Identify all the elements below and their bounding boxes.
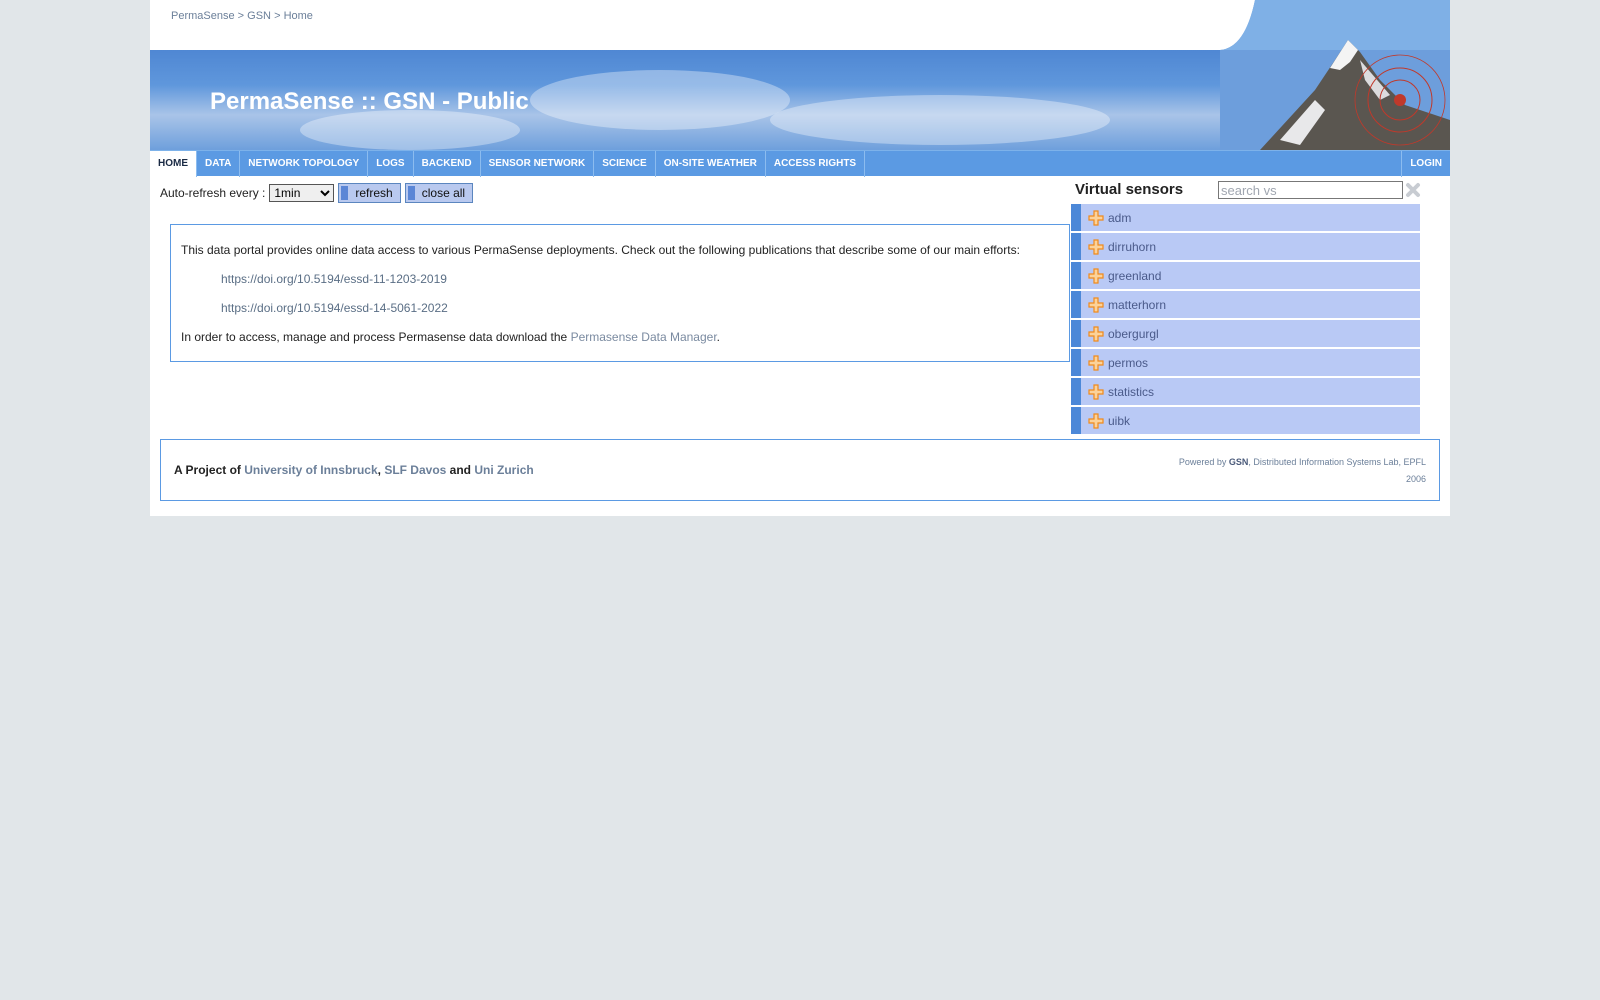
access-text: In order to access, manage and process P… bbox=[181, 330, 1059, 344]
comma: , bbox=[377, 463, 381, 477]
cloud-decoration bbox=[300, 110, 520, 150]
expand-plus-icon[interactable] bbox=[1088, 209, 1104, 226]
link-university-of-innsbruck[interactable]: University of Innsbruck bbox=[244, 463, 377, 477]
vs-item-label: obergurgl bbox=[1108, 326, 1159, 341]
breadcrumb-separator: > bbox=[237, 10, 245, 22]
breadcrumb: PermaSense > GSN > Home bbox=[171, 10, 313, 22]
tab-sensor-network[interactable]: Sensor Network bbox=[481, 151, 595, 177]
vs-item-permos[interactable]: permos bbox=[1071, 349, 1420, 376]
expand-plus-icon[interactable] bbox=[1088, 354, 1104, 371]
publication-link[interactable]: https://doi.org/10.5194/essd-14-5061-202… bbox=[181, 301, 1059, 315]
vs-item-statistics[interactable]: statistics bbox=[1071, 378, 1420, 405]
tab-data[interactable]: Data bbox=[197, 151, 241, 177]
expand-plus-icon[interactable] bbox=[1088, 325, 1104, 342]
main-nav: Home Data Network Topology Logs Backend … bbox=[150, 150, 1450, 177]
page-title: PermaSense :: GSN - Public bbox=[210, 88, 529, 115]
powered-suffix: , Distributed Information Systems Lab, E… bbox=[1248, 457, 1426, 467]
tab-logs[interactable]: Logs bbox=[368, 151, 414, 177]
auto-refresh-label: Auto-refresh every : bbox=[160, 186, 266, 200]
cloud-decoration bbox=[530, 70, 790, 130]
tab-network-topology[interactable]: Network Topology bbox=[240, 151, 369, 177]
and-text: and bbox=[449, 463, 472, 477]
virtual-sensors-panel: Virtual sensors adm dirruhorn greenland … bbox=[1070, 180, 1420, 436]
tab-on-site-weather[interactable]: On-site weather bbox=[656, 151, 766, 177]
project-prefix: A Project of bbox=[174, 463, 241, 477]
link-uni-zurich[interactable]: Uni Zurich bbox=[474, 463, 533, 477]
vs-item-obergurgl[interactable]: obergurgl bbox=[1071, 320, 1420, 347]
login-link[interactable]: Login bbox=[1401, 151, 1450, 177]
tab-home[interactable]: Home bbox=[150, 151, 197, 177]
vs-item-adm[interactable]: adm bbox=[1071, 204, 1420, 231]
vs-item-label: adm bbox=[1108, 210, 1132, 225]
gsn-link[interactable]: GSN bbox=[1229, 457, 1249, 467]
info-box: This data portal provides online data ac… bbox=[170, 224, 1070, 362]
vs-item-label: dirruhorn bbox=[1108, 239, 1157, 254]
vs-item-greenland[interactable]: greenland bbox=[1071, 262, 1420, 289]
vs-item-dirruhorn[interactable]: dirruhorn bbox=[1071, 233, 1420, 260]
expand-plus-icon[interactable] bbox=[1088, 383, 1104, 400]
expand-plus-icon[interactable] bbox=[1088, 412, 1104, 429]
expand-plus-icon[interactable] bbox=[1088, 296, 1104, 313]
breadcrumb-separator: > bbox=[274, 10, 281, 22]
access-text-end: . bbox=[716, 330, 721, 344]
footer-year: 2006 bbox=[1405, 474, 1426, 484]
vs-item-matterhorn[interactable]: matterhorn bbox=[1071, 291, 1420, 318]
tab-access-rights[interactable]: Access Rights bbox=[766, 151, 866, 177]
clear-search-icon[interactable] bbox=[1405, 182, 1421, 198]
powered-prefix: Powered by bbox=[1178, 457, 1227, 467]
vs-item-uibk[interactable]: uibk bbox=[1071, 407, 1420, 434]
vs-item-label: permos bbox=[1108, 355, 1149, 370]
expand-plus-icon[interactable] bbox=[1088, 267, 1104, 284]
footer: A Project of University of Innsbruck, SL… bbox=[160, 439, 1440, 501]
link-slf-davos[interactable]: SLF Davos bbox=[384, 463, 446, 477]
breadcrumb-gsn[interactable]: GSN bbox=[247, 10, 271, 22]
virtual-sensors-title: Virtual sensors bbox=[1075, 181, 1184, 198]
vs-item-label: statistics bbox=[1108, 384, 1155, 399]
refresh-interval-select[interactable]: 1min bbox=[269, 184, 335, 202]
vs-item-label: uibk bbox=[1108, 413, 1131, 428]
data-manager-link[interactable]: Permasense Data Manager bbox=[571, 330, 717, 344]
breadcrumb-permasense[interactable]: PermaSense bbox=[171, 10, 235, 22]
access-text-prefix: In order to access, manage and process P… bbox=[181, 330, 571, 344]
cloud-decoration bbox=[770, 95, 1110, 145]
refresh-controls: Auto-refresh every : 1min refresh close … bbox=[160, 183, 474, 203]
tab-science[interactable]: Science bbox=[594, 151, 656, 177]
project-credits: A Project of University of Innsbruck, SL… bbox=[174, 463, 534, 477]
vs-item-label: greenland bbox=[1108, 268, 1162, 283]
page: PermaSense > GSN > Home PermaSense :: GS… bbox=[150, 0, 1450, 516]
breadcrumb-home[interactable]: Home bbox=[284, 10, 313, 22]
close-all-button[interactable]: close all bbox=[404, 183, 474, 203]
intro-text: This data portal provides online data ac… bbox=[181, 243, 1020, 257]
tab-backend[interactable]: Backend bbox=[414, 151, 481, 177]
virtual-sensors-header: Virtual sensors bbox=[1070, 180, 1420, 204]
matterhorn-logo-image bbox=[1220, 0, 1450, 150]
vs-item-label: matterhorn bbox=[1108, 297, 1167, 312]
search-input[interactable] bbox=[1218, 181, 1403, 199]
publication-link[interactable]: https://doi.org/10.5194/essd-11-1203-201… bbox=[181, 272, 1059, 286]
refresh-button[interactable]: refresh bbox=[338, 183, 401, 203]
expand-plus-icon[interactable] bbox=[1088, 238, 1104, 255]
powered-by: Powered by GSN, Distributed Information … bbox=[1156, 454, 1426, 488]
